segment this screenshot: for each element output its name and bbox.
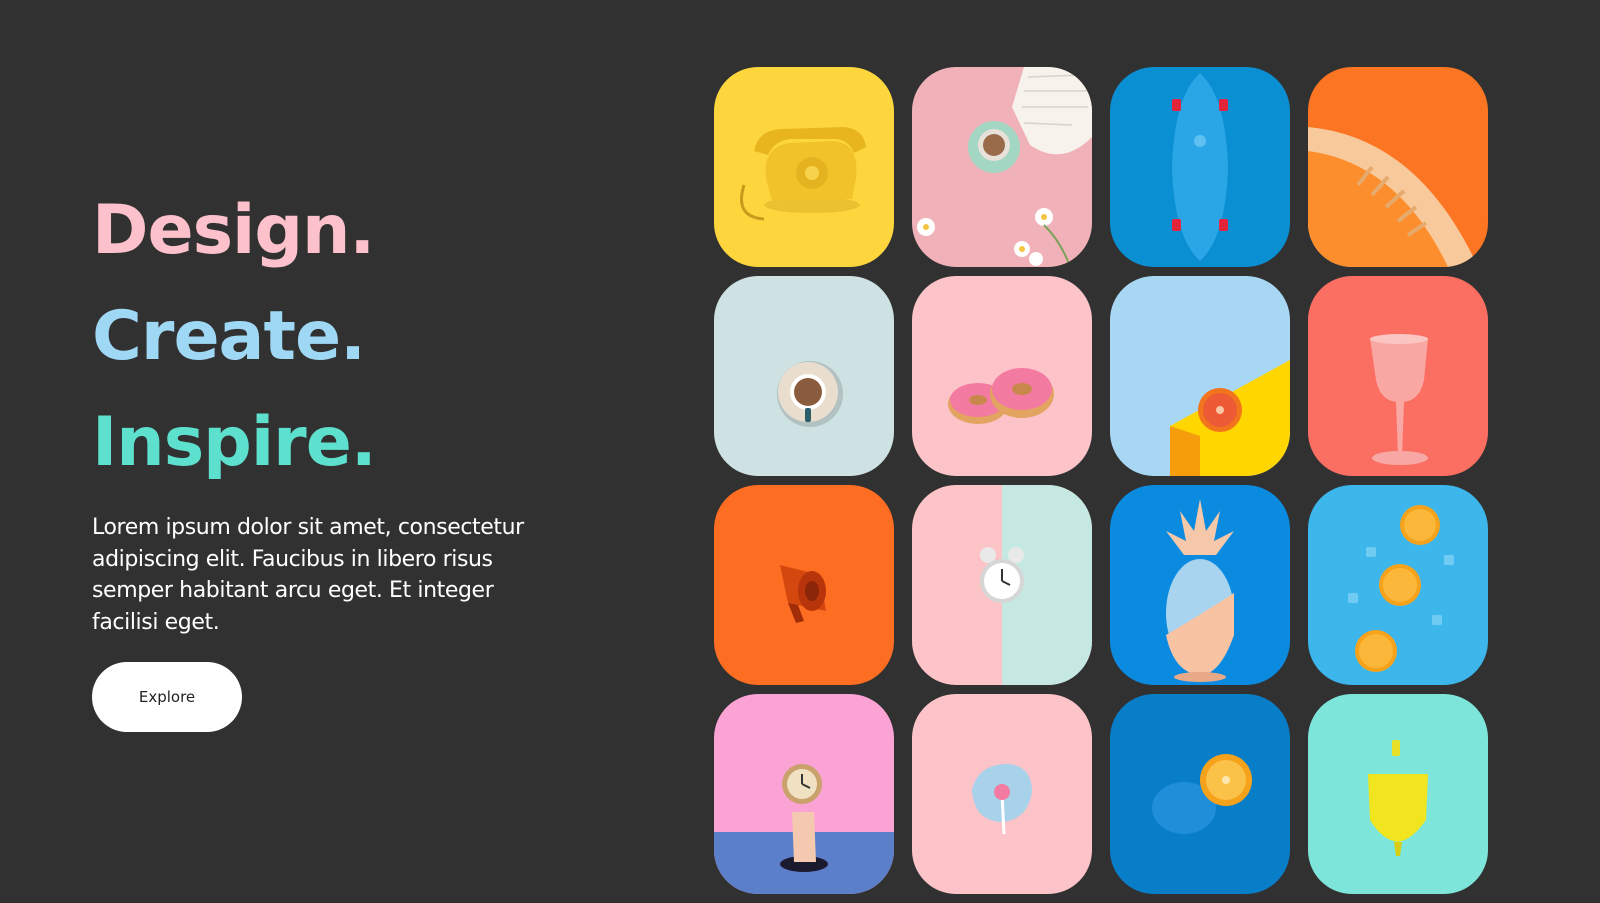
gallery-tile-coffee-table[interactable] bbox=[912, 67, 1092, 267]
teapot-icon bbox=[1308, 694, 1488, 894]
gallery-tile-teapot[interactable] bbox=[1308, 694, 1488, 894]
coffee-cup-icon bbox=[714, 276, 894, 476]
coffee-cup-icon bbox=[912, 67, 1092, 267]
gallery-tile-donuts[interactable] bbox=[912, 276, 1092, 476]
hand-clock-icon bbox=[714, 694, 894, 894]
wine-glass-icon bbox=[1308, 276, 1488, 476]
pineapple-icon bbox=[1110, 485, 1290, 685]
gallery-tile-telephone[interactable] bbox=[714, 67, 894, 267]
gallery-tile-orange[interactable] bbox=[1110, 694, 1290, 894]
skateboard-icon bbox=[1110, 67, 1290, 267]
gallery-tile-pineapple[interactable] bbox=[1110, 485, 1290, 685]
image-gallery bbox=[714, 67, 1488, 894]
oranges-icon bbox=[1308, 485, 1488, 685]
hero-description: Lorem ipsum dolor sit amet, consectetur … bbox=[92, 515, 524, 635]
headline-create: Create. bbox=[92, 297, 366, 376]
gallery-tile-round-object[interactable] bbox=[1308, 67, 1488, 267]
gallery-tile-wine-glass[interactable] bbox=[1308, 276, 1488, 476]
lollipop-icon bbox=[912, 694, 1092, 894]
gallery-tile-alarm-clock[interactable] bbox=[912, 485, 1092, 685]
gallery-tile-coffee[interactable] bbox=[714, 276, 894, 476]
gallery-tile-lollipop[interactable] bbox=[912, 694, 1092, 894]
donuts-icon bbox=[912, 276, 1092, 476]
gallery-tile-hand-clock[interactable] bbox=[714, 694, 894, 894]
grapefruit-icon bbox=[1110, 276, 1290, 476]
gallery-tile-skateboard[interactable] bbox=[1110, 67, 1290, 267]
gallery-tile-grapefruit[interactable] bbox=[1110, 276, 1290, 476]
gallery-tile-megaphone[interactable] bbox=[714, 485, 894, 685]
gallery-tile-oranges[interactable] bbox=[1308, 485, 1488, 685]
round-object-icon bbox=[1308, 67, 1488, 267]
orange-icon bbox=[1110, 694, 1290, 894]
hero-text: Design. Create. Inspire. Lorem ipsum dol… bbox=[92, 178, 552, 732]
alarm-clock-icon bbox=[912, 485, 1092, 685]
headline-design: Design. bbox=[92, 191, 375, 270]
megaphone-icon bbox=[714, 485, 894, 685]
telephone-icon bbox=[714, 67, 894, 267]
headline-inspire: Inspire. bbox=[92, 403, 377, 482]
explore-button[interactable]: Explore bbox=[92, 662, 242, 732]
